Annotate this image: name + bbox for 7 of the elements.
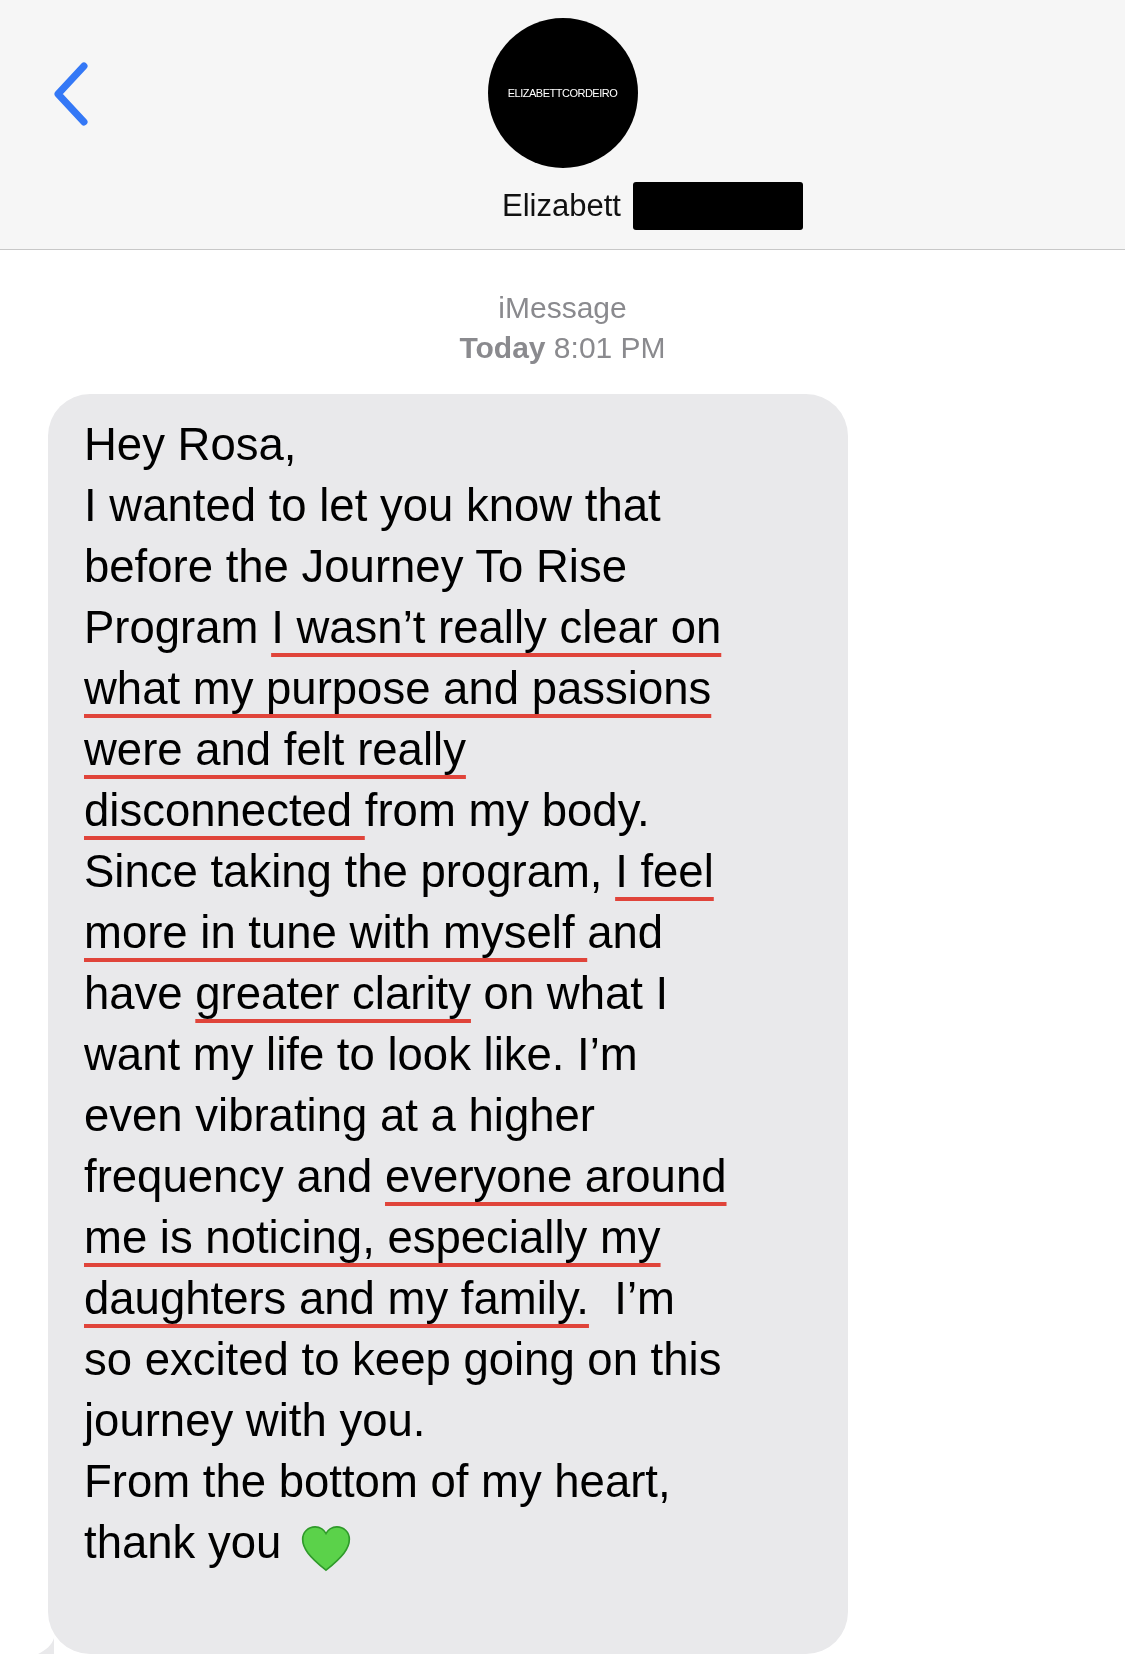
contact-avatar[interactable]: ELIZABETTCORDEIRO xyxy=(487,18,638,168)
avatar-logo-text: ELIZABETTCORDEIRO xyxy=(507,87,618,99)
service-label: iMessage xyxy=(497,290,628,326)
contact-name[interactable]: Elizabett xyxy=(502,188,621,224)
message-timestamp: Today 8:01 PM xyxy=(458,330,667,366)
heart-icon xyxy=(301,1525,352,1572)
message-closing-text: thank you xyxy=(84,1516,282,1570)
